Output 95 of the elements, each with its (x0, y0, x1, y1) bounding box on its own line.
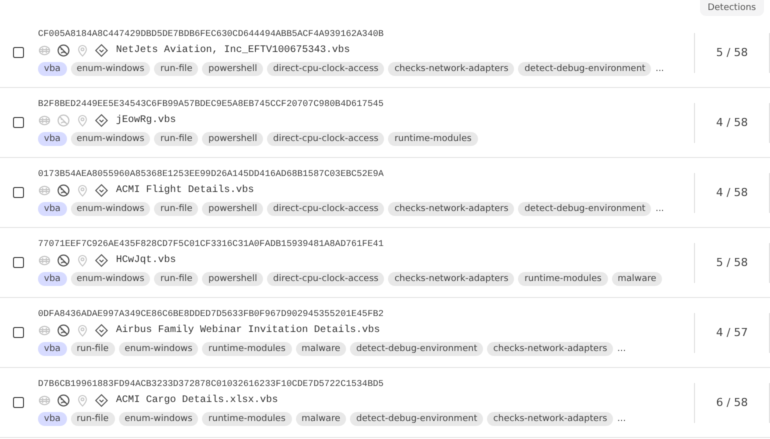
tag[interactable]: checks-network-adapters (487, 412, 614, 426)
tag[interactable]: vba (38, 412, 67, 426)
embed-icon (38, 184, 51, 197)
tag[interactable]: runtime-modules (202, 412, 292, 426)
tag[interactable]: vba (38, 202, 67, 216)
tag[interactable]: powershell (202, 272, 264, 286)
detection-count: 4 / 58 (716, 116, 748, 129)
row-checkbox[interactable] (12, 327, 24, 338)
face-icon (57, 254, 70, 267)
row-checkbox[interactable] (12, 117, 24, 128)
location-pin-icon (76, 324, 89, 337)
tag[interactable]: enum-windows (118, 412, 198, 426)
face-icon (57, 184, 70, 197)
tag[interactable]: enum-windows (70, 62, 150, 76)
file-name: NetJets Aviation, Inc_EFTV100675343.vbs (116, 45, 350, 56)
face-icon (57, 44, 70, 57)
tag[interactable]: enum-windows (70, 272, 150, 286)
row-checkbox[interactable] (12, 397, 24, 408)
location-pin-icon (76, 184, 89, 197)
diamond-icon (95, 114, 108, 127)
tag[interactable]: checks-network-adapters (487, 342, 614, 356)
row-checkbox[interactable] (12, 47, 24, 58)
tag[interactable]: enum-windows (118, 342, 198, 356)
tag[interactable]: vba (38, 342, 67, 356)
detection-count: 4 / 58 (716, 186, 748, 199)
face-icon (57, 114, 70, 127)
tag[interactable]: runtime-modules (388, 132, 478, 146)
tag[interactable]: powershell (202, 202, 264, 216)
row-checkbox[interactable] (12, 187, 24, 198)
tag[interactable]: malware (612, 272, 662, 286)
location-pin-icon (76, 394, 89, 407)
file-hash[interactable]: 0173B54AEA8055960A85368E1253EE99D26A145DD416AD68B1587C03EBC52E9A (38, 169, 694, 179)
column-header[interactable]: Detections (700, 0, 764, 16)
tag[interactable]: checks-network-adapters (388, 62, 514, 76)
tag[interactable]: enum-windows (70, 202, 150, 216)
diamond-icon (95, 394, 108, 407)
tag[interactable]: direct-cpu-clock-access (267, 62, 384, 76)
more-tags: ... (617, 414, 626, 424)
tag[interactable]: run-file (154, 202, 198, 216)
file-hash[interactable]: 77071EEF7C926AE435F828CD7F5C01CF3316C31A0FADB15939481A8AD761FE41 (38, 239, 694, 249)
detection-count: 5 / 58 (716, 256, 748, 269)
tag[interactable]: direct-cpu-clock-access (267, 272, 384, 286)
file-name: ACMI Cargo Details.xlsx.vbs (116, 395, 278, 406)
tag[interactable]: run-file (70, 412, 115, 426)
file-hash[interactable]: B2F8BED2449EE5E34543C6FB99A57BDEC9E5A8EB745CCF20707C980B4D617545 (38, 99, 694, 109)
tag[interactable]: vba (38, 62, 67, 76)
tag[interactable]: run-file (154, 62, 198, 76)
tag[interactable]: malware (296, 342, 346, 356)
row-checkbox[interactable] (12, 257, 24, 268)
face-icon (57, 324, 70, 337)
more-tags: ... (617, 344, 626, 354)
embed-icon (38, 114, 51, 127)
embed-icon (38, 254, 51, 267)
location-pin-icon (76, 44, 89, 57)
tag[interactable]: vba (38, 272, 67, 286)
tag[interactable]: powershell (202, 62, 264, 76)
tag[interactable]: vba (38, 132, 67, 146)
file-name: HCwJqt.vbs (116, 255, 176, 266)
tag[interactable]: checks-network-adapters (388, 272, 514, 286)
embed-icon (38, 324, 51, 337)
detection-count: 4 / 57 (716, 326, 748, 339)
face-icon (57, 394, 70, 407)
tag[interactable]: enum-windows (70, 132, 150, 146)
tag[interactable]: direct-cpu-clock-access (267, 202, 384, 216)
tag[interactable]: detect-debug-environment (350, 342, 484, 356)
tag[interactable]: run-file (154, 272, 198, 286)
tag[interactable]: direct-cpu-clock-access (267, 132, 384, 146)
location-pin-icon (76, 114, 89, 127)
tag[interactable]: checks-network-adapters (388, 202, 514, 216)
tag[interactable]: runtime-modules (518, 272, 608, 286)
file-hash[interactable]: 0DFA8436ADAE997A349CE86C6BE8DDED7D5633FB0F967D902945355201E45FB2 (38, 309, 694, 319)
diamond-icon (95, 44, 108, 57)
diamond-icon (95, 184, 108, 197)
file-name: jEowRg.vbs (116, 115, 176, 126)
detection-count: 6 / 58 (716, 396, 748, 409)
file-hash[interactable]: CF005A8184A8C447429DBD5DE7BDB6FEC630CD644494ABB5ACF4A939162A340B (38, 29, 694, 39)
embed-icon (38, 394, 51, 407)
tag[interactable]: powershell (202, 132, 264, 146)
diamond-icon (95, 254, 108, 267)
tag[interactable]: malware (296, 412, 346, 426)
file-name: ACMI Flight Details.vbs (116, 185, 254, 196)
tag[interactable]: run-file (70, 342, 115, 356)
embed-icon (38, 44, 51, 57)
tag[interactable]: detect-debug-environment (518, 62, 652, 76)
detection-count: 5 / 58 (716, 46, 748, 59)
diamond-icon (95, 324, 108, 337)
more-tags: ... (655, 204, 664, 214)
tag[interactable]: detect-debug-environment (350, 412, 484, 426)
more-tags: ... (655, 64, 664, 74)
tag[interactable]: runtime-modules (202, 342, 292, 356)
file-name: Airbus Family Webinar Invitation Details.vbs (116, 325, 380, 336)
tag[interactable]: detect-debug-environment (518, 202, 652, 216)
tag[interactable]: run-file (154, 132, 198, 146)
location-pin-icon (76, 254, 89, 267)
file-hash[interactable]: D7B6CB19961883FD94ACB3233D372878C01032616233F10CDE7D5722C1534BD5 (38, 379, 694, 389)
